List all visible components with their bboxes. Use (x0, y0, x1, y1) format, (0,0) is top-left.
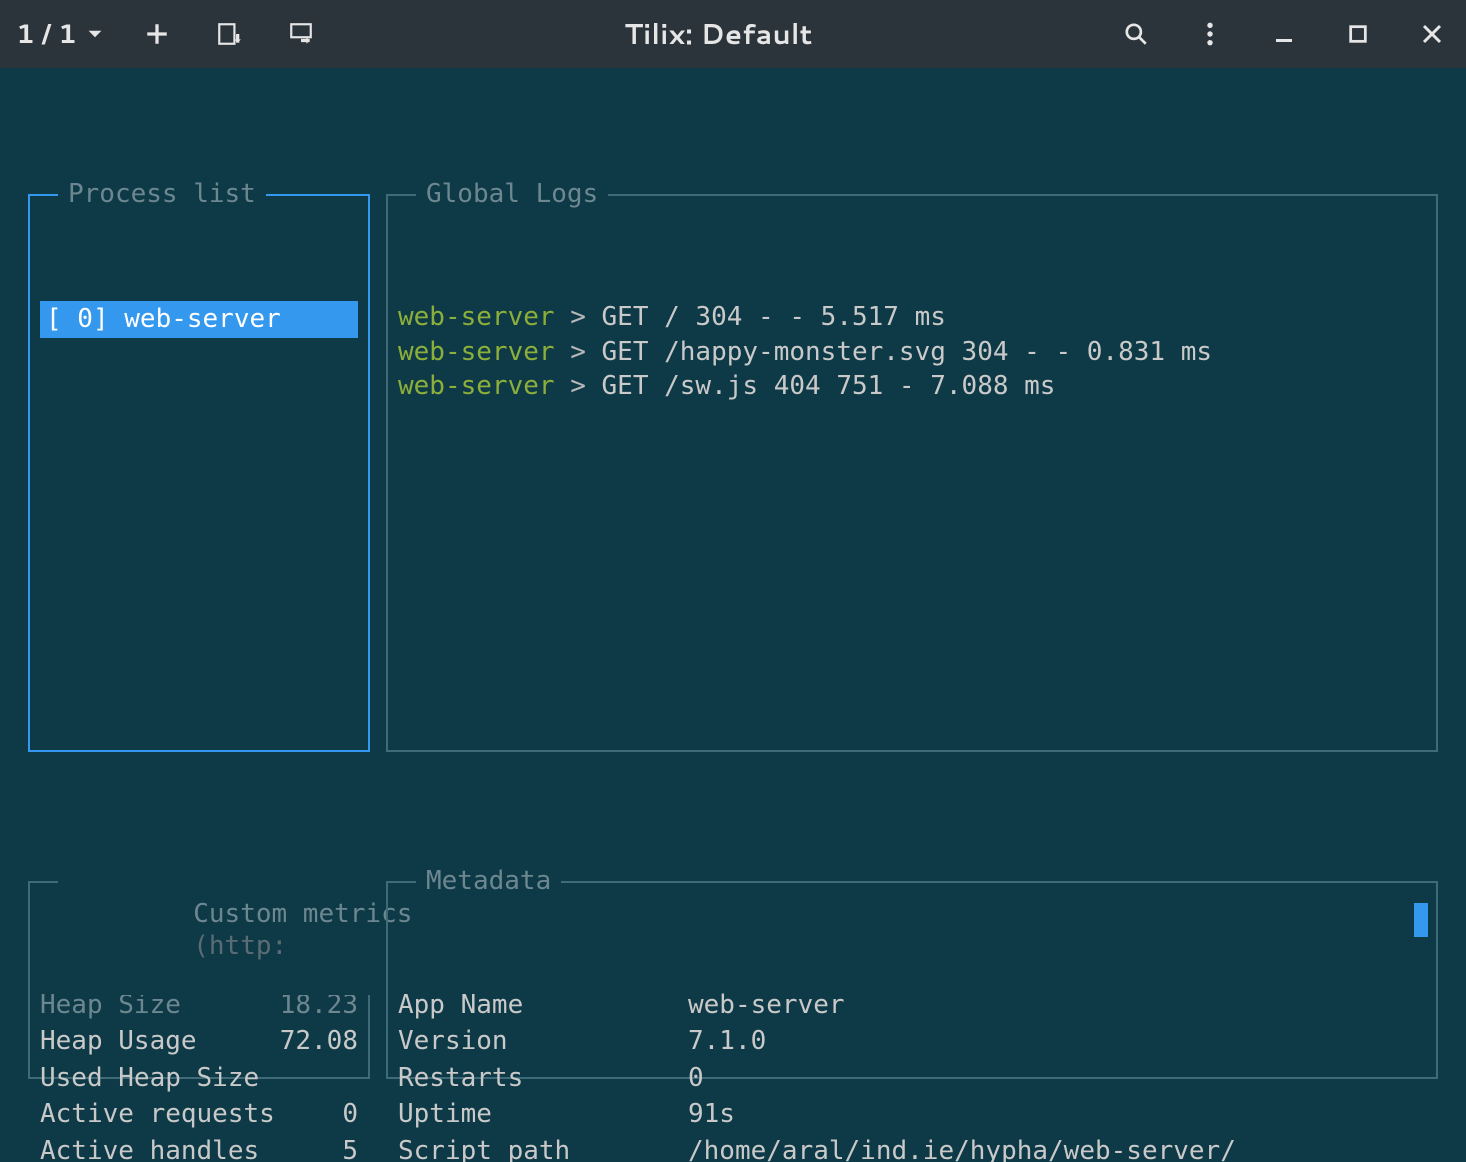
split-down-icon (216, 21, 242, 47)
chevron-down-icon (87, 26, 103, 42)
metric-value: 72.08 (280, 1025, 358, 1058)
custom-metrics-title: Custom metrics (http: (58, 865, 422, 995)
log-message: GET /sw.js 404 751 - 7.088 ms (602, 371, 1056, 401)
metadata-row: App Nameweb-server (398, 987, 1426, 1024)
metric-value: 0 (342, 1098, 358, 1131)
titlebar: 1 / 1 Tilix: Default (0, 0, 1466, 68)
process-list-item[interactable]: [ 0] web-server (40, 301, 358, 338)
log-source: web-server (398, 302, 555, 332)
log-line: web-server > GET /happy-monster.svg 304 … (398, 336, 1426, 369)
metadata-value: /home/aral/ind.ie/hypha/web-server/ (688, 1135, 1236, 1162)
metric-row: Active requests 0 (40, 1096, 358, 1133)
metadata-value: web-server (688, 989, 845, 1022)
maximize-icon (1347, 23, 1369, 45)
close-icon (1420, 22, 1444, 46)
metric-value: 5 (342, 1135, 358, 1162)
log-source: web-server (398, 337, 555, 367)
log-source: web-server (398, 371, 555, 401)
metadata-title: Metadata (416, 865, 561, 898)
metric-label: Active handles (40, 1135, 259, 1162)
custom-metrics-subtitle: (http: (193, 931, 287, 961)
metric-row: Active handles 5 (40, 1133, 358, 1162)
metadata-row: Version7.1.0 (398, 1023, 1426, 1060)
metadata-row: Restarts0 (398, 1060, 1426, 1097)
window-title: Tilix: Default (319, 14, 1118, 54)
metric-label: Heap Usage (40, 1025, 197, 1058)
close-button[interactable] (1414, 16, 1450, 52)
metadata-value: 0 (688, 1062, 704, 1095)
metadata-label: App Name (398, 989, 688, 1022)
search-button[interactable] (1118, 16, 1154, 52)
metadata-scrollbar-thumb[interactable] (1414, 903, 1428, 937)
global-logs-title: Global Logs (416, 178, 608, 211)
maximize-button[interactable] (1340, 16, 1376, 52)
terminal-area[interactable]: Process list [ 0] web-server Global Logs… (0, 68, 1466, 1162)
log-line: web-server > GET / 304 - - 5.517 ms (398, 301, 1426, 334)
metadata-value: 7.1.0 (688, 1025, 766, 1058)
log-separator: > (555, 337, 602, 367)
metadata-row: Uptime91s (398, 1096, 1426, 1133)
metric-label: Active requests (40, 1098, 275, 1131)
log-separator: > (555, 302, 602, 332)
global-logs-panel[interactable]: Global Logs web-server > GET / 304 - - 5… (386, 194, 1438, 752)
log-message: GET /happy-monster.svg 304 - - 0.831 ms (602, 337, 1212, 367)
custom-metrics-panel[interactable]: Custom metrics (http: Heap Size18.23Heap… (28, 881, 370, 1079)
metadata-label: Restarts (398, 1062, 688, 1095)
kebab-menu-icon (1197, 21, 1223, 47)
minimize-button[interactable] (1266, 16, 1302, 52)
metadata-label: Script path (398, 1135, 688, 1162)
metric-row: Heap Usage 72.08 (40, 1023, 358, 1060)
search-icon (1123, 21, 1149, 47)
metric-label: Used Heap Size (40, 1062, 259, 1095)
plus-icon (144, 21, 170, 47)
metadata-label: Uptime (398, 1098, 688, 1131)
split-right-icon (288, 21, 314, 47)
log-line: web-server > GET /sw.js 404 751 - 7.088 … (398, 370, 1426, 403)
process-list-title: Process list (58, 178, 266, 211)
session-selector[interactable]: 1 / 1 (16, 16, 103, 52)
menu-button[interactable] (1192, 16, 1228, 52)
split-right-button[interactable] (283, 16, 319, 52)
process-list-panel[interactable]: Process list [ 0] web-server (28, 194, 370, 752)
log-separator: > (555, 371, 602, 401)
add-terminal-button[interactable] (139, 16, 175, 52)
split-down-button[interactable] (211, 16, 247, 52)
metadata-label: Version (398, 1025, 688, 1058)
minimize-icon (1272, 22, 1296, 46)
log-message: GET / 304 - - 5.517 ms (602, 302, 946, 332)
metadata-row: Script path/home/aral/ind.ie/hypha/web-s… (398, 1133, 1426, 1162)
metadata-value: 91s (688, 1098, 735, 1131)
metadata-panel[interactable]: Metadata App Nameweb-serverVersion7.1.0R… (386, 881, 1438, 1079)
session-label: 1 / 1 (16, 16, 77, 52)
metric-row: Used Heap Size (40, 1060, 358, 1097)
